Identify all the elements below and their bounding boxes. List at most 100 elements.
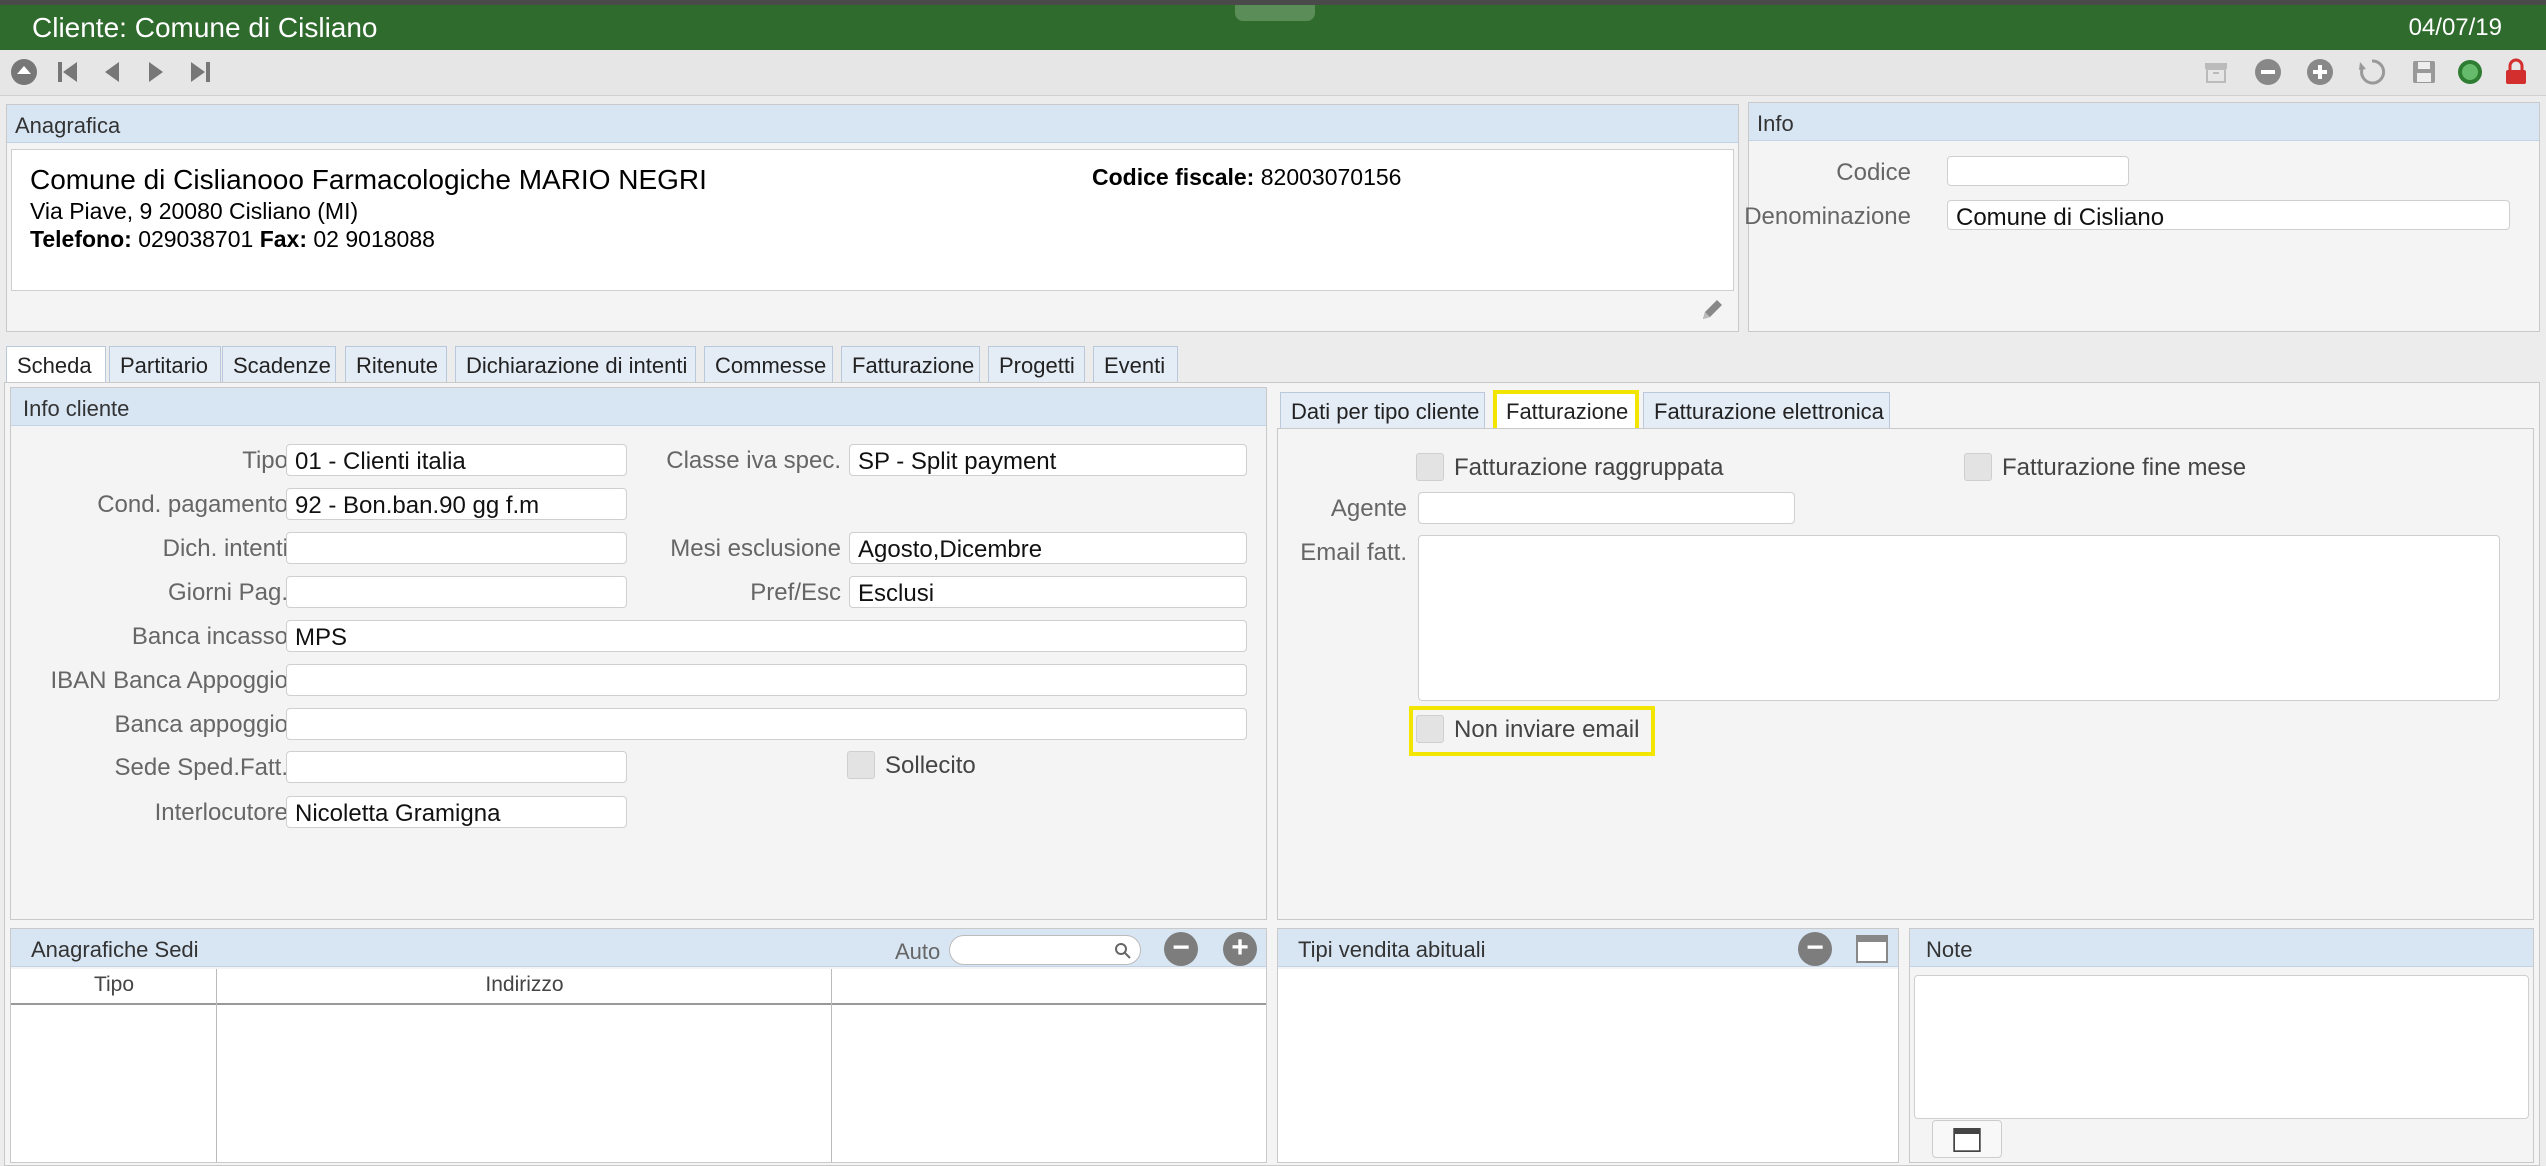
- fatturazione-raggruppata-checkbox[interactable]: [1416, 453, 1444, 481]
- subtab-fatturazione[interactable]: Fatturazione: [1493, 390, 1639, 432]
- info-cliente-panel: Info cliente Tipo 01 - Clienti italia Cl…: [10, 387, 1267, 920]
- fatturazione-panel: Fatturazione raggruppata Fatturazione fi…: [1277, 428, 2534, 920]
- column-header-indirizzo[interactable]: Indirizzo: [217, 973, 832, 997]
- sedi-remove-button[interactable]: −: [1164, 932, 1198, 966]
- note-textarea[interactable]: [1914, 975, 2529, 1119]
- cond-pagamento-field[interactable]: 92 - Bon.ban.90 gg f.m: [286, 488, 627, 520]
- subtab-fatturazione-elettronica[interactable]: Fatturazione elettronica: [1643, 392, 1890, 430]
- cf-value: 82003070156: [1260, 164, 1402, 190]
- client-address: Via Piave, 9 20080 Cisliano (MI): [30, 198, 359, 224]
- dich-intenti-label: Dich. intenti: [162, 535, 288, 562]
- tipi-vendita-remove-button[interactable]: −: [1798, 932, 1832, 966]
- note-expand-button[interactable]: [1932, 1120, 2002, 1158]
- anagrafica-header: Anagrafica: [7, 105, 1738, 143]
- first-record-icon[interactable]: [52, 56, 84, 88]
- tel-label: Telefono:: [30, 226, 132, 252]
- banca-incasso-field[interactable]: MPS: [286, 620, 1247, 652]
- dich-intenti-field[interactable]: [286, 532, 627, 564]
- tab-ritenute[interactable]: Ritenute: [345, 346, 447, 384]
- info-panel: Info Codice Denominazione Comune di Cisl…: [1744, 102, 2540, 332]
- codice-field[interactable]: [1947, 156, 2129, 186]
- tab-progetti[interactable]: Progetti: [988, 346, 1085, 384]
- agente-field[interactable]: [1418, 492, 1795, 524]
- fax-value: 02 9018088: [313, 226, 435, 252]
- sede-sped-label: Sede Sped.Fatt.: [114, 754, 288, 781]
- mesi-esclusione-field[interactable]: Agosto,Dicembre: [849, 532, 1247, 564]
- tab-fatturazione[interactable]: Fatturazione: [841, 346, 980, 384]
- pref-esc-label: Pref/Esc: [750, 579, 841, 606]
- tipi-vendita-panel: Tipi vendita abituali −: [1277, 928, 1899, 1163]
- pencil-icon[interactable]: [1697, 295, 1729, 327]
- column-divider: [831, 969, 832, 1162]
- tab-eventi[interactable]: Eventi: [1093, 346, 1178, 384]
- banca-appoggio-field[interactable]: [286, 708, 1247, 740]
- interlocutore-label: Interlocutore: [154, 799, 288, 826]
- previous-record-icon[interactable]: [96, 56, 128, 88]
- column-divider: [216, 969, 217, 1162]
- window-drag-handle[interactable]: [1235, 5, 1315, 21]
- mesi-esclusione-label: Mesi esclusione: [670, 535, 841, 562]
- client-contacts: Telefono: 029038701 Fax: 02 9018088: [30, 226, 435, 253]
- client-name: Comune di Cislianooo Farmacologiche MARI…: [30, 164, 707, 195]
- save-icon[interactable]: [2408, 56, 2440, 88]
- column-header-tipo[interactable]: Tipo: [11, 973, 217, 997]
- codice-label: Codice: [1836, 159, 1911, 186]
- fatturazione-fine-mese-label: Fatturazione fine mese: [2002, 454, 2247, 481]
- note-header: Note: [1910, 929, 2533, 967]
- window-icon: [1953, 1128, 1981, 1152]
- non-inviare-email-label: Non inviare email: [1454, 716, 1640, 743]
- iban-field[interactable]: [286, 664, 1247, 696]
- add-icon[interactable]: [2304, 56, 2336, 88]
- window-title: Cliente: Comune di Cisliano: [32, 12, 378, 43]
- fatturazione-fine-mese-checkbox[interactable]: [1964, 453, 1992, 481]
- interlocutore-field[interactable]: Nicoletta Gramigna: [286, 796, 627, 828]
- classe-iva-field[interactable]: SP - Split payment: [849, 444, 1247, 476]
- tipi-vendita-list: [1278, 969, 1898, 1162]
- window-date: 04/07/19: [2408, 14, 2502, 41]
- tipo-label: Tipo: [242, 447, 288, 474]
- giorni-pag-field[interactable]: [286, 576, 627, 608]
- email-fatt-label: Email fatt.: [1300, 539, 1407, 566]
- auto-label: Auto: [895, 939, 941, 964]
- tab-scheda[interactable]: Scheda: [6, 346, 106, 386]
- anagrafiche-sedi-panel: Anagrafiche Sedi Auto − + Tipo Indirizzo: [10, 928, 1267, 1163]
- banca-appoggio-label: Banca appoggio: [114, 711, 288, 738]
- agente-label: Agente: [1330, 495, 1407, 522]
- sedi-search-input[interactable]: [949, 935, 1141, 965]
- info-cliente-header: Info cliente: [11, 388, 1266, 426]
- tab-scadenze[interactable]: Scadenze: [222, 346, 336, 384]
- remove-icon[interactable]: [2252, 56, 2284, 88]
- anagrafica-card: Comune di Cislianooo Farmacologiche MARI…: [11, 149, 1734, 291]
- banca-incasso-label: Banca incasso: [131, 623, 288, 650]
- codice-fiscale: Codice fiscale: 82003070156: [1092, 164, 1401, 191]
- denominazione-field[interactable]: Comune di Cisliano: [1947, 200, 2510, 230]
- archive-icon[interactable]: [2200, 56, 2232, 88]
- email-fatt-textarea[interactable]: [1418, 535, 2500, 701]
- next-record-icon[interactable]: [140, 56, 172, 88]
- pref-esc-field[interactable]: Esclusi: [849, 576, 1247, 608]
- tab-partitario[interactable]: Partitario: [109, 346, 221, 384]
- toolbar: [0, 50, 2546, 96]
- last-record-icon[interactable]: [184, 56, 216, 88]
- tel-value: 029038701: [138, 226, 254, 252]
- giorni-pag-label: Giorni Pag.: [167, 579, 288, 606]
- sede-sped-field[interactable]: [286, 751, 627, 783]
- status-icon: [2454, 56, 2486, 88]
- home-icon[interactable]: [8, 56, 40, 88]
- fax-label: Fax:: [259, 226, 307, 252]
- tab-dichiarazione-di-intenti[interactable]: Dichiarazione di intenti: [455, 346, 696, 384]
- tipo-field[interactable]: 01 - Clienti italia: [286, 444, 627, 476]
- anagrafica-panel: Anagrafica Comune di Cislianooo Farmacol…: [6, 104, 1739, 332]
- tab-commesse[interactable]: Commesse: [704, 346, 833, 384]
- refresh-icon[interactable]: [2356, 56, 2388, 88]
- classe-iva-label: Classe iva spec.: [666, 447, 841, 474]
- iban-label: IBAN Banca Appoggio: [50, 667, 288, 694]
- fatturazione-raggruppata-label: Fatturazione raggruppata: [1454, 454, 1724, 481]
- sedi-table: Tipo Indirizzo: [11, 969, 1266, 1162]
- window-icon[interactable]: [1856, 935, 1888, 963]
- non-inviare-email-checkbox[interactable]: [1416, 715, 1444, 743]
- subtab-dati-per-tipo-cliente[interactable]: Dati per tipo cliente: [1280, 392, 1485, 430]
- sedi-add-button[interactable]: +: [1223, 932, 1257, 966]
- lock-icon[interactable]: [2500, 56, 2532, 88]
- sollecito-checkbox[interactable]: [847, 751, 875, 779]
